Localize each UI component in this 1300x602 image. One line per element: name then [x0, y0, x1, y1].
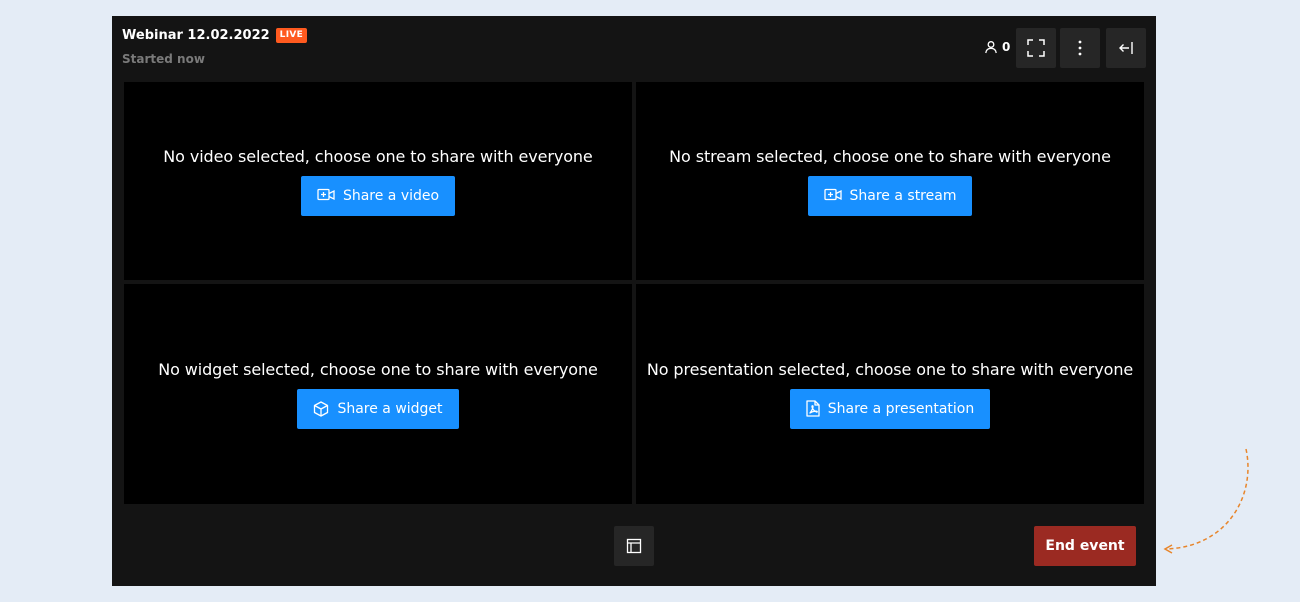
title-row: Webinar 12.02.2022 LIVE: [122, 28, 308, 43]
collapse-panel-button[interactable]: [1106, 28, 1146, 68]
widget-empty-message: No widget selected, choose one to share …: [158, 359, 598, 379]
fullscreen-button[interactable]: [1016, 28, 1056, 68]
live-badge: LIVE: [275, 28, 308, 43]
cube-icon: [314, 400, 329, 417]
video-add-icon: [317, 188, 335, 201]
header: Webinar 12.02.2022 LIVE Started now 0: [112, 16, 1156, 82]
fullscreen-icon: [1027, 39, 1045, 57]
event-status: Started now: [122, 52, 205, 66]
arrow-left-bar-icon: [1119, 42, 1133, 54]
presentation-empty-message: No presentation selected, choose one to …: [646, 359, 1134, 379]
share-presentation-label: Share a presentation: [827, 400, 975, 417]
widget-panel: No widget selected, choose one to share …: [124, 284, 632, 504]
pdf-file-icon: [806, 400, 820, 417]
share-video-label: Share a video: [342, 187, 440, 204]
video-panel: No video selected, choose one to share w…: [124, 82, 632, 280]
video-add-icon: [823, 188, 842, 201]
event-title: Webinar 12.02.2022: [122, 28, 270, 43]
share-video-button[interactable]: Share a video: [300, 175, 456, 216]
user-icon: [985, 41, 997, 54]
end-event-button[interactable]: End event: [1034, 526, 1136, 566]
viewer-count-value: 0: [1002, 40, 1011, 54]
more-vertical-icon: [1078, 40, 1082, 56]
share-presentation-button[interactable]: Share a presentation: [789, 388, 991, 429]
stream-panel: No stream selected, choose one to share …: [636, 82, 1144, 280]
annotation-arrow: [1163, 448, 1249, 554]
stream-empty-message: No stream selected, choose one to share …: [669, 146, 1111, 166]
share-grid: No video selected, choose one to share w…: [124, 82, 1144, 504]
share-stream-button[interactable]: Share a stream: [807, 175, 973, 216]
video-empty-message: No video selected, choose one to share w…: [163, 146, 593, 166]
share-stream-label: Share a stream: [849, 187, 957, 204]
presentation-panel: No presentation selected, choose one to …: [636, 284, 1144, 504]
webinar-studio: Webinar 12.02.2022 LIVE Started now 0 No…: [112, 16, 1156, 586]
share-widget-label: Share a widget: [337, 400, 443, 417]
layout-toggle-button[interactable]: [614, 526, 654, 566]
layout-icon: [626, 538, 642, 554]
share-widget-button[interactable]: Share a widget: [297, 388, 459, 429]
more-options-button[interactable]: [1060, 28, 1100, 68]
viewer-count: 0: [984, 40, 1010, 54]
